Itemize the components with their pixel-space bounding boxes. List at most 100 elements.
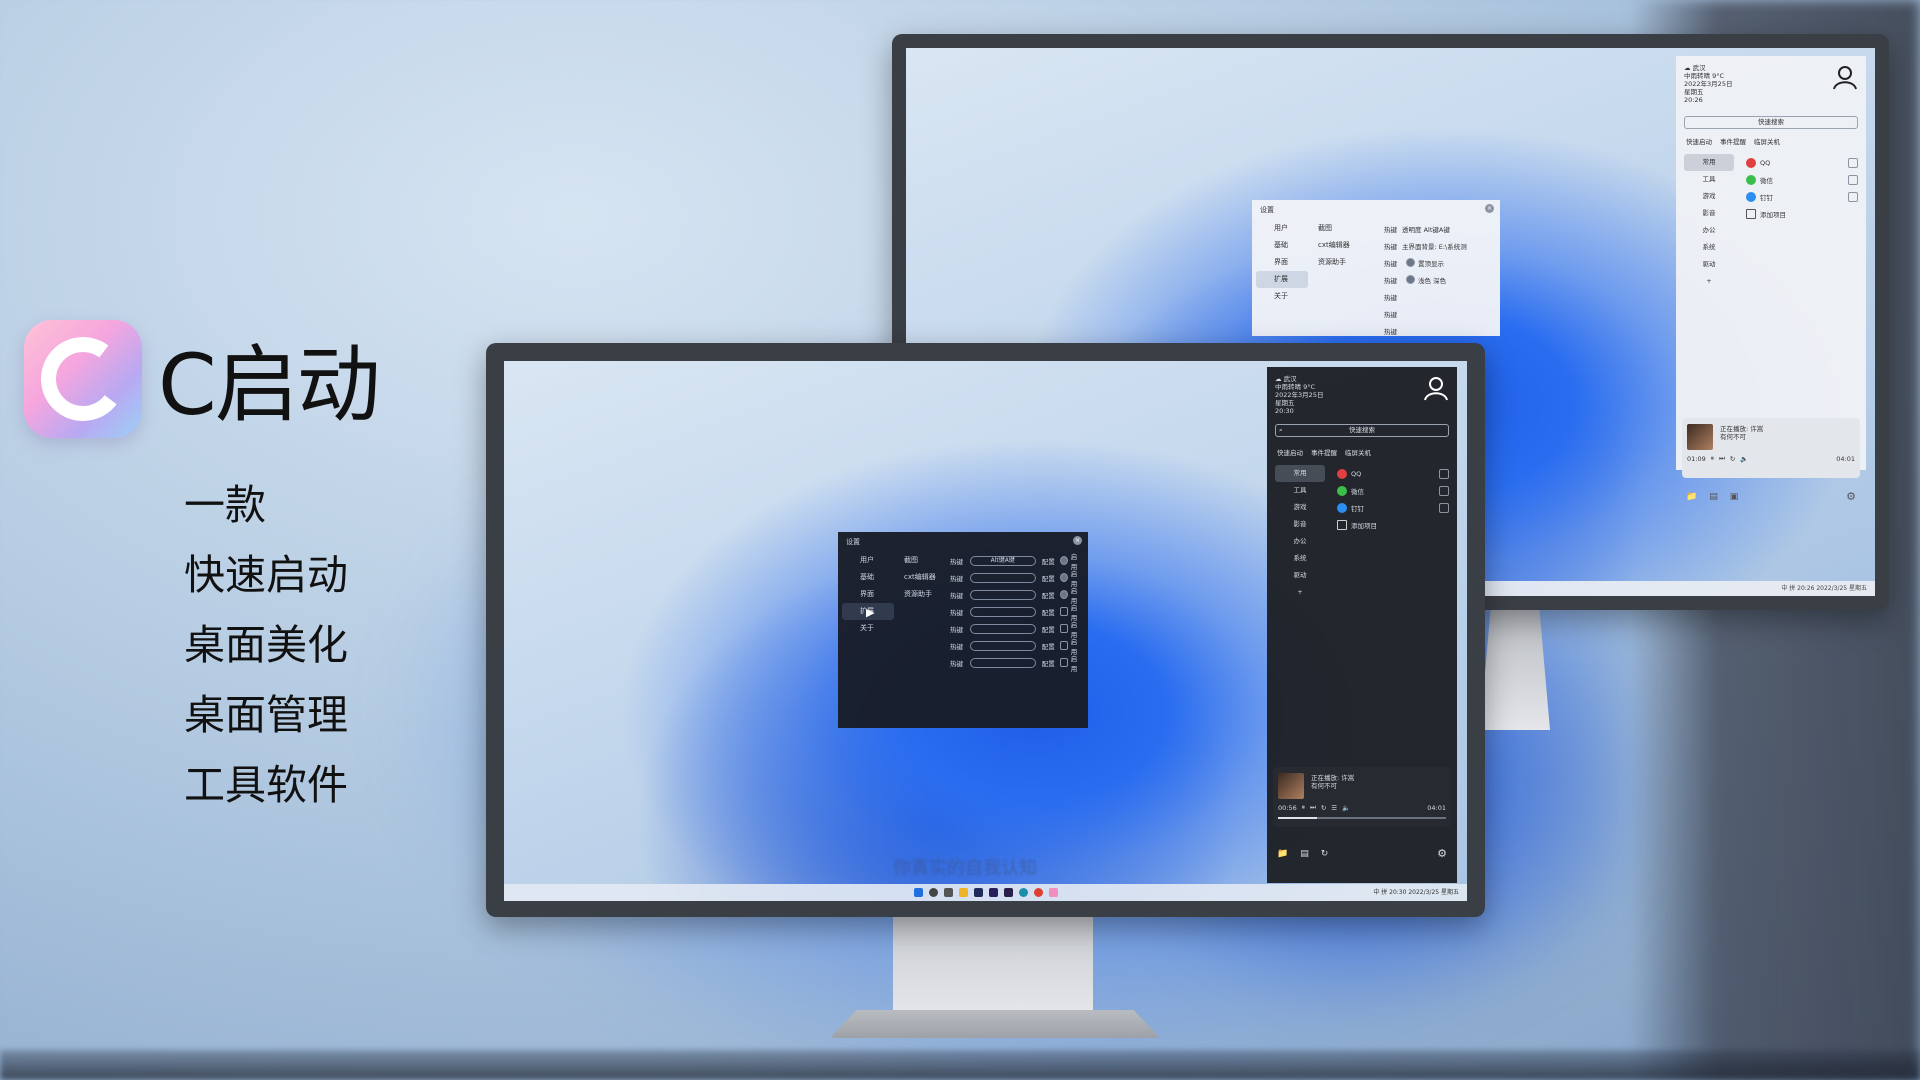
tab-reminders[interactable]: 事件提醒 — [1720, 136, 1746, 146]
tab-shutdown[interactable]: 临屏关机 — [1345, 447, 1371, 457]
hotkey-field[interactable] — [969, 657, 1036, 668]
system-tray[interactable]: 中 拼 20:30 2022/3/25 星期五 — [1373, 887, 1459, 896]
progress-bar[interactable] — [1278, 817, 1446, 819]
category-item[interactable]: 驱动 — [1684, 256, 1734, 273]
user-icon[interactable] — [1423, 375, 1449, 401]
launch-item[interactable]: 微信 — [1337, 482, 1449, 499]
document-icon[interactable]: ▤ — [1709, 492, 1718, 502]
settings-nav-item[interactable]: 界面 — [1256, 254, 1308, 271]
category-item[interactable]: 工具 — [1684, 171, 1734, 188]
category-item[interactable]: 影音 — [1684, 205, 1734, 222]
tab-reminders[interactable]: 事件提醒 — [1311, 447, 1337, 457]
launch-item[interactable]: 钉钉 — [1337, 499, 1449, 516]
enable-checkbox[interactable] — [1059, 624, 1068, 633]
hotkey-field[interactable]: Alt键A键 — [969, 555, 1036, 566]
launch-item[interactable]: QQ — [1337, 465, 1449, 482]
category-item[interactable]: 系统 — [1684, 239, 1734, 256]
edge-icon[interactable] — [1018, 888, 1028, 897]
hotkey-field[interactable] — [969, 640, 1036, 651]
settings-nav-item[interactable]: 基础 — [1256, 237, 1308, 254]
settings-nav-item[interactable]: 界面 — [842, 586, 894, 603]
gear-icon[interactable]: ⚙ — [1846, 490, 1856, 503]
config-button[interactable]: 配置 — [1042, 556, 1056, 566]
premiere-icon[interactable] — [1003, 888, 1013, 897]
settings-nav-item[interactable]: 用户 — [1256, 220, 1308, 237]
next-icon[interactable]: ⏭ — [1310, 803, 1316, 812]
playlist-icon[interactable]: ☰ — [1331, 804, 1337, 812]
category-item[interactable]: 常用 — [1684, 154, 1734, 171]
system-tray[interactable]: 中 拼 20:26 2022/3/25 星期五 — [1781, 583, 1867, 592]
category-item[interactable]: 游戏 — [1275, 499, 1325, 516]
add-item-button[interactable]: 添加项目 — [1337, 516, 1449, 533]
repeat-icon[interactable]: ↻ — [1321, 804, 1326, 812]
settings-row-value[interactable]: 主界面背景: E:\系统测 — [1402, 241, 1467, 251]
refresh-icon[interactable]: ↻ — [1321, 849, 1329, 859]
config-button[interactable]: 配置 — [1042, 573, 1056, 583]
config-button[interactable]: 配置 — [1042, 607, 1056, 617]
config-button[interactable]: 配置 — [1042, 658, 1056, 668]
config-button[interactable]: 配置 — [1042, 590, 1056, 600]
hotkey-field[interactable] — [969, 589, 1036, 600]
item-checkbox[interactable] — [1848, 191, 1858, 202]
hotkey-field[interactable] — [969, 606, 1036, 617]
photoshop-icon[interactable] — [973, 888, 983, 897]
after-effects-icon[interactable] — [988, 888, 998, 897]
item-checkbox[interactable] — [1439, 502, 1449, 513]
item-checkbox[interactable] — [1439, 485, 1449, 496]
pause-icon[interactable]: ⏸ — [1711, 454, 1714, 463]
folder-icon[interactable]: 📁 — [1686, 492, 1697, 502]
add-category-button[interactable]: + — [1684, 273, 1734, 290]
hotkey-field[interactable] — [969, 572, 1036, 583]
hotkey-field[interactable] — [969, 623, 1036, 634]
enable-checkbox[interactable] — [1059, 556, 1068, 565]
category-item[interactable]: 影音 — [1275, 516, 1325, 533]
settings-nav-item[interactable]: 基础 — [842, 569, 894, 586]
settings-nav-item[interactable]: 扩展 — [1256, 271, 1308, 288]
settings-sub-item[interactable]: cxt编辑器 — [1312, 237, 1382, 254]
pause-icon[interactable]: ⏸ — [1302, 803, 1305, 812]
settings-nav-item[interactable]: 关于 — [1256, 288, 1308, 305]
c-launcher-icon[interactable] — [1048, 888, 1058, 897]
category-item[interactable]: 工具 — [1275, 482, 1325, 499]
search-input[interactable]: ⌕ 快速搜索 — [1275, 424, 1449, 437]
launch-item[interactable]: QQ — [1746, 154, 1858, 171]
category-item[interactable]: 游戏 — [1684, 188, 1734, 205]
settings-sub-item[interactable]: 资源助手 — [1312, 254, 1382, 271]
settings-nav-item[interactable]: 关于 — [842, 620, 894, 637]
enable-checkbox[interactable] — [1059, 590, 1068, 599]
repeat-icon[interactable]: ↻ — [1730, 455, 1735, 463]
settings-row-value[interactable]: 透明度 Alt键A键 — [1402, 224, 1450, 234]
user-icon[interactable] — [1832, 64, 1858, 90]
tab-quick-launch[interactable]: 快速启动 — [1686, 136, 1712, 146]
enable-checkbox[interactable] — [1059, 658, 1068, 667]
item-checkbox[interactable] — [1848, 157, 1858, 168]
settings-nav-item[interactable]: 用户 — [842, 552, 894, 569]
config-button[interactable]: 配置 — [1042, 641, 1056, 651]
enable-checkbox[interactable] — [1059, 573, 1068, 582]
close-icon[interactable]: × — [1485, 204, 1494, 213]
category-item[interactable]: 常用 — [1275, 465, 1325, 482]
search-icon[interactable] — [928, 888, 938, 897]
next-icon[interactable]: ⏭ — [1719, 454, 1725, 463]
folder-icon[interactable]: 📁 — [1277, 849, 1288, 859]
settings-sub-item[interactable]: 截图 — [1312, 220, 1382, 237]
tab-shutdown[interactable]: 临屏关机 — [1754, 136, 1780, 146]
add-item-button[interactable]: 添加项目 — [1746, 205, 1858, 222]
close-icon[interactable]: × — [1073, 536, 1082, 545]
settings-checkbox[interactable] — [1406, 258, 1415, 267]
document-icon[interactable]: ▤ — [1300, 849, 1309, 859]
search-input[interactable]: 快速搜索 — [1684, 116, 1858, 129]
volume-icon[interactable]: 🔈 — [1342, 804, 1350, 812]
enable-checkbox[interactable] — [1059, 641, 1068, 650]
item-checkbox[interactable] — [1848, 174, 1858, 185]
category-item[interactable]: 驱动 — [1275, 567, 1325, 584]
enable-checkbox[interactable] — [1059, 607, 1068, 616]
start-icon[interactable] — [913, 888, 923, 897]
settings-checkbox[interactable] — [1406, 275, 1415, 284]
launch-item[interactable]: 钉钉 — [1746, 188, 1858, 205]
category-item[interactable]: 办公 — [1684, 222, 1734, 239]
task-view-icon[interactable] — [943, 888, 953, 897]
launch-item[interactable]: 微信 — [1746, 171, 1858, 188]
item-checkbox[interactable] — [1439, 468, 1449, 479]
category-item[interactable]: 系统 — [1275, 550, 1325, 567]
